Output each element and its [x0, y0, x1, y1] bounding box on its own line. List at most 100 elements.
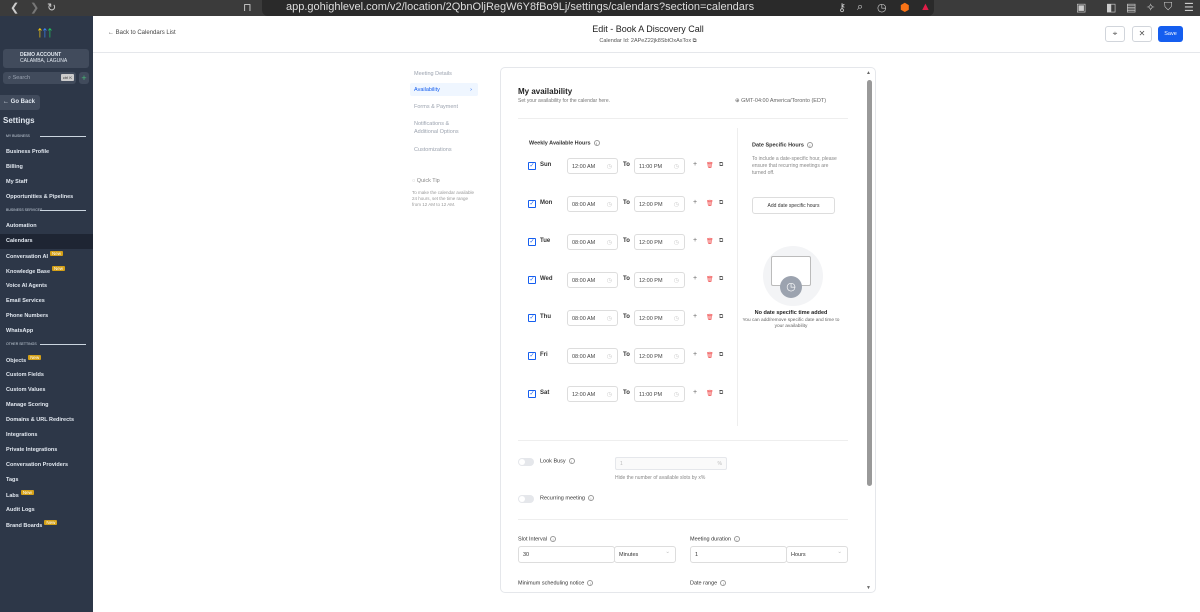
left-nav-item[interactable]: Meeting Details: [414, 70, 452, 78]
trash-icon[interactable]: 🗑: [706, 314, 714, 321]
info-icon[interactable]: i: [720, 580, 727, 586]
reload-icon[interactable]: ↻: [47, 1, 56, 14]
key-icon[interactable]: ⚷: [838, 1, 846, 14]
sidebar-item[interactable]: WhatsApp: [0, 324, 93, 339]
address-bar[interactable]: app.gohighlevel.com/v2/location/2QbnOljR…: [262, 0, 934, 16]
slot-interval-unit-select[interactable]: Minutes: [614, 546, 676, 563]
to-time-input[interactable]: 12:00 PM: [634, 310, 685, 326]
trash-icon[interactable]: 🗑: [706, 276, 714, 283]
vpn-icon[interactable]: ⛉: [1164, 1, 1172, 14]
copy-icon[interactable]: ⧉: [719, 390, 723, 397]
add-icon[interactable]: +: [693, 237, 697, 244]
trash-icon[interactable]: 🗑: [706, 390, 714, 397]
info-icon[interactable]: i: [593, 140, 600, 146]
look-busy-toggle[interactable]: [518, 458, 534, 466]
sidebar-item[interactable]: Manage Scoring: [0, 398, 93, 413]
ai-icon[interactable]: ✧: [1146, 1, 1155, 14]
sidebar-icon[interactable]: ◧: [1106, 1, 1116, 14]
day-checkbox[interactable]: ✓: [528, 314, 536, 322]
sidebar-item[interactable]: Custom Fields: [0, 368, 93, 383]
to-time-input[interactable]: 11:00 PM: [634, 158, 685, 174]
scrollbar-thumb[interactable]: [867, 80, 872, 486]
add-icon[interactable]: +: [693, 161, 697, 168]
from-time-input[interactable]: 08:00 AM: [567, 272, 618, 288]
add-icon[interactable]: +: [693, 199, 697, 206]
from-time-input[interactable]: 08:00 AM: [567, 196, 618, 212]
trash-icon[interactable]: 🗑: [706, 238, 714, 245]
info-icon[interactable]: i: [550, 536, 557, 542]
to-time-input[interactable]: 12:00 PM: [634, 272, 685, 288]
sidebar-item[interactable]: ObjectsNew: [0, 353, 93, 368]
sidebar-item[interactable]: Phone Numbers: [0, 309, 93, 324]
sidebar-item[interactable]: Voice AI Agents: [0, 279, 93, 294]
info-icon[interactable]: i: [587, 580, 594, 586]
sidebar-item[interactable]: Knowledge BaseNew: [0, 264, 93, 279]
trash-icon[interactable]: 🗑: [706, 162, 714, 169]
from-time-input[interactable]: 12:00 AM: [567, 386, 618, 402]
brave-shield-icon[interactable]: ⬢: [900, 1, 910, 14]
left-nav-item[interactable]: Forms & Payment: [414, 103, 458, 111]
copy-icon[interactable]: ⧉: [693, 38, 697, 44]
from-time-input[interactable]: 08:00 AM: [567, 348, 618, 364]
sidebar-item[interactable]: My Staff: [0, 175, 93, 190]
info-icon[interactable]: i: [568, 458, 575, 464]
add-date-specific-button[interactable]: Add date specific hours: [752, 197, 835, 214]
copy-icon[interactable]: ⧉: [719, 352, 723, 359]
sidebar-item[interactable]: Integrations: [0, 428, 93, 443]
forward-icon[interactable]: ❯: [30, 1, 39, 14]
look-busy-input[interactable]: 1%: [615, 457, 727, 470]
recurring-toggle[interactable]: [518, 495, 534, 503]
copy-icon[interactable]: ⧉: [719, 276, 723, 283]
day-checkbox[interactable]: ✓: [528, 352, 536, 360]
menu-icon[interactable]: ☰: [1184, 1, 1194, 14]
add-icon[interactable]: +: [693, 275, 697, 282]
sidebar-item[interactable]: Domains & URL Redirects: [0, 413, 93, 428]
scroll-up-icon[interactable]: ▲: [866, 70, 871, 76]
add-icon[interactable]: +: [693, 351, 697, 358]
sidebar-item[interactable]: Opportunities & Pipelines: [0, 190, 93, 205]
timezone[interactable]: ⊕ GMT-04:00 America/Toronto (EDT): [735, 98, 826, 104]
trash-icon[interactable]: 🗑: [706, 200, 714, 207]
day-checkbox[interactable]: ✓: [528, 276, 536, 284]
scroll-down-icon[interactable]: ▼: [866, 585, 871, 591]
day-checkbox[interactable]: ✓: [528, 390, 536, 398]
sidebar-item[interactable]: Automation: [0, 219, 93, 234]
from-time-input[interactable]: 08:00 AM: [567, 310, 618, 326]
left-nav-item[interactable]: Notifications & Additional Options: [414, 120, 474, 136]
day-checkbox[interactable]: ✓: [528, 162, 536, 170]
sidebar-item[interactable]: Billing: [0, 160, 93, 175]
sidebar-item[interactable]: Tags: [0, 473, 93, 488]
from-time-input[interactable]: 08:00 AM: [567, 234, 618, 250]
pin-button[interactable]: ⌖: [1105, 26, 1125, 42]
sidebar-item[interactable]: Business Profile: [0, 145, 93, 160]
screenshot-icon[interactable]: ▣: [1076, 1, 1086, 14]
sidebar-item[interactable]: Brand BoardsNew: [0, 518, 93, 533]
save-button[interactable]: Save: [1158, 26, 1183, 42]
from-time-input[interactable]: 12:00 AM: [567, 158, 618, 174]
account-switcher[interactable]: DEMO ACCOUNT CALAMBA, LAGUNA: [3, 49, 89, 68]
day-checkbox[interactable]: ✓: [528, 200, 536, 208]
to-time-input[interactable]: 11:00 PM: [634, 386, 685, 402]
sidebar-item[interactable]: Private Integrations: [0, 443, 93, 458]
meeting-duration-unit-select[interactable]: Hours: [786, 546, 848, 563]
meeting-duration-input[interactable]: 1: [690, 546, 787, 563]
sidebar-item[interactable]: Email Services: [0, 294, 93, 309]
trash-icon[interactable]: 🗑: [706, 352, 714, 359]
wallet-icon[interactable]: ▤: [1126, 1, 1136, 14]
sidebar-item[interactable]: Custom Values: [0, 383, 93, 398]
copy-icon[interactable]: ⧉: [719, 238, 723, 245]
day-checkbox[interactable]: ✓: [528, 238, 536, 246]
info-icon[interactable]: i: [733, 536, 740, 542]
zoom-icon[interactable]: ⌕: [857, 1, 863, 14]
sidebar-item[interactable]: Conversation Providers: [0, 458, 93, 473]
history-icon[interactable]: ◷: [877, 1, 887, 14]
add-icon[interactable]: +: [693, 389, 697, 396]
info-icon[interactable]: i: [587, 495, 594, 501]
to-time-input[interactable]: 12:00 PM: [634, 348, 685, 364]
to-time-input[interactable]: 12:00 PM: [634, 234, 685, 250]
sidebar-item[interactable]: Conversation AINew: [0, 249, 93, 264]
info-icon[interactable]: i: [806, 142, 813, 148]
copy-icon[interactable]: ⧉: [719, 314, 723, 321]
left-nav-item[interactable]: Customizations: [414, 146, 452, 154]
quick-add-button[interactable]: +: [79, 72, 89, 84]
